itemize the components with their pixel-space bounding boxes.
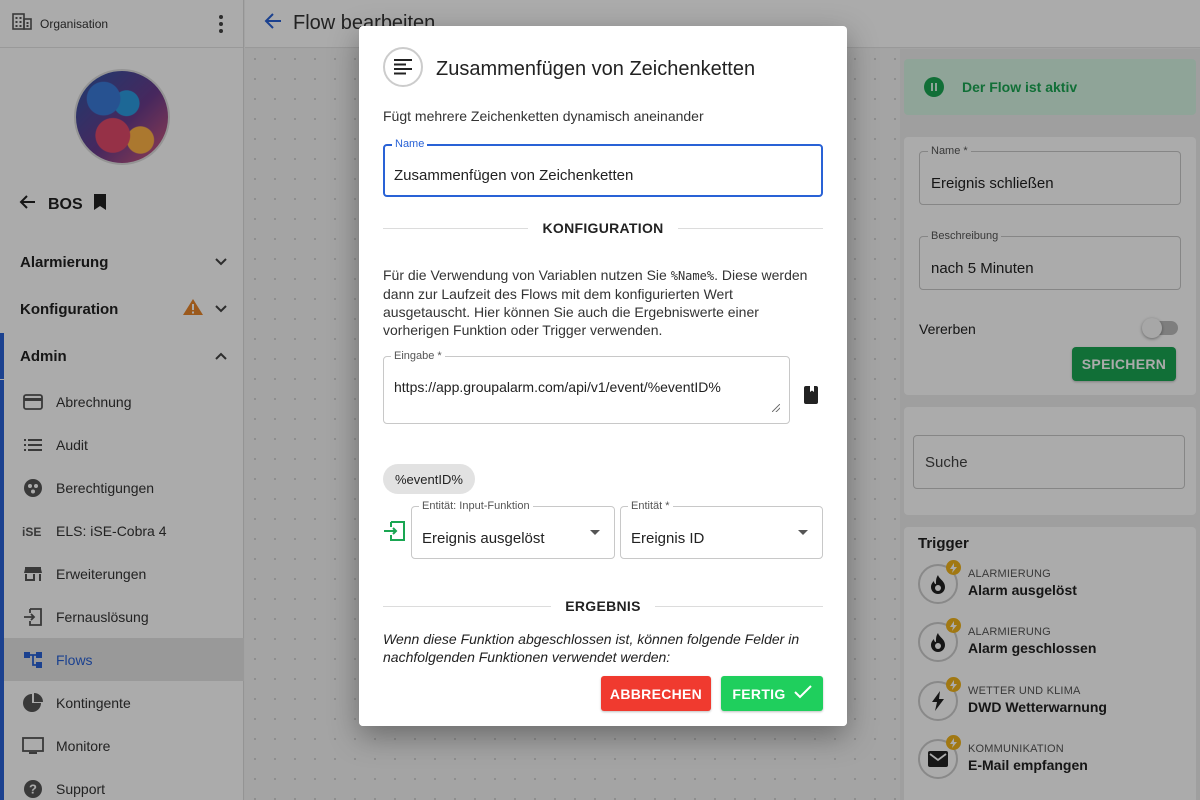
config-heading-text: KONFIGURATION xyxy=(542,220,664,236)
function-dialog: Zusammenfügen von Zeichenketten Fügt meh… xyxy=(359,26,847,726)
variable-syntax: %Name% xyxy=(670,269,715,283)
input-textarea[interactable]: Eingabe * https://app.groupalarm.com/api… xyxy=(383,350,790,424)
entity-select[interactable]: Entität * Ereignis ID xyxy=(620,500,823,559)
field-label: Entität: Input-Funktion xyxy=(419,500,533,512)
caret-down-icon xyxy=(798,530,808,535)
field-label: Eingabe * xyxy=(391,350,445,362)
field-value: https://app.groupalarm.com/api/v1/event/… xyxy=(394,379,721,395)
text-align-icon xyxy=(383,47,423,87)
dialog-title: Zusammenfügen von Zeichenketten xyxy=(436,58,756,80)
cancel-button[interactable]: ABBRECHEN xyxy=(601,676,711,711)
result-help-text: Wenn diese Funktion abgeschlossen ist, k… xyxy=(383,631,800,665)
field-value: Ereignis ID xyxy=(631,530,705,547)
config-heading: KONFIGURATION xyxy=(383,220,824,236)
field-value: Ereignis ausgelöst xyxy=(422,530,545,547)
resize-handle-icon[interactable] xyxy=(772,404,780,412)
config-help-text: Für die Verwendung von Variablen nutzen … xyxy=(383,267,808,338)
function-name-field[interactable]: Name Zusammenfügen von Zeichenketten xyxy=(383,138,823,197)
dialog-description: Fügt mehrere Zeichenketten dynamisch ane… xyxy=(383,108,704,124)
done-label: FERTIG xyxy=(732,685,786,702)
result-heading-text: ERGEBNIS xyxy=(565,598,641,614)
done-button[interactable]: FERTIG xyxy=(721,676,823,711)
field-label: Entität * xyxy=(628,500,673,512)
entity-input-select[interactable]: Entität: Input-Funktion Ereignis ausgelö… xyxy=(411,500,615,559)
book-icon[interactable] xyxy=(802,386,820,404)
cancel-label: ABBRECHEN xyxy=(609,685,703,702)
result-heading: ERGEBNIS xyxy=(383,598,823,614)
checkmark-icon xyxy=(793,685,812,702)
field-value: Zusammenfügen von Zeichenketten xyxy=(394,167,634,184)
field-label: Name xyxy=(392,138,428,150)
caret-down-icon xyxy=(590,530,600,535)
variable-chip[interactable]: %eventID% xyxy=(383,464,475,494)
dialog-footer: ABBRECHEN FERTIG xyxy=(359,666,847,726)
input-enter-icon[interactable] xyxy=(383,521,405,543)
